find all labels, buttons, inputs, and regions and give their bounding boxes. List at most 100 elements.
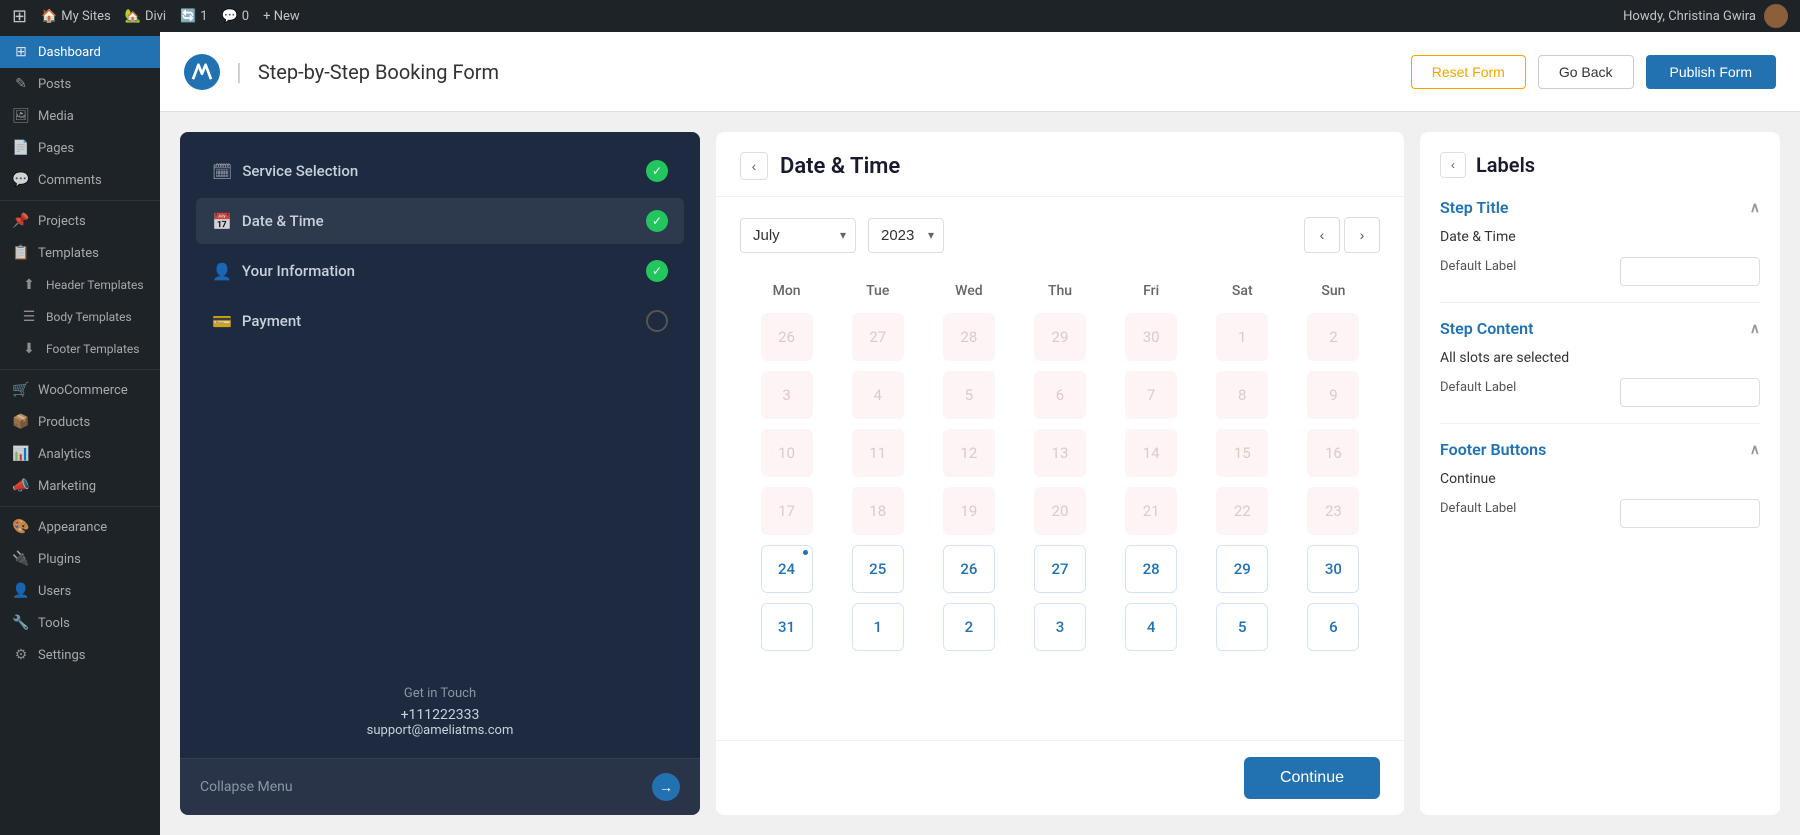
labels-title: Labels (1476, 153, 1535, 177)
table-row: 10 (742, 425, 831, 481)
table-row: 22 (1198, 483, 1287, 539)
step-service-selection[interactable]: 🗓 Service Selection ✓ (196, 148, 684, 194)
updates-count[interactable]: 🔄 1 (180, 9, 208, 24)
templates-icon: 📋 (12, 245, 30, 261)
wp-sidebar: ⊞ Dashboard ✎ Posts 🖼 Media 📄 Pages 💬 Co… (0, 32, 160, 835)
sidebar-item-comments[interactable]: 💬 Comments (0, 164, 160, 196)
table-row[interactable]: 3 (1015, 599, 1104, 655)
step-date-time-label: Date & Time (242, 212, 324, 230)
step-content-field-name: All slots are selected (1440, 350, 1760, 366)
sidebar-item-users[interactable]: 👤 Users (0, 575, 160, 607)
sidebar-item-header-templates[interactable]: ⬆ Header Templates (0, 269, 160, 301)
my-sites-menu[interactable]: 🏠 My Sites (41, 9, 111, 24)
sidebar-item-footer-templates[interactable]: ⬇ Footer Templates (0, 333, 160, 365)
step-title-field-name: Date & Time (1440, 229, 1760, 245)
step-payment[interactable]: 💳 Payment (196, 298, 684, 344)
reset-form-button[interactable]: Reset Form (1411, 55, 1526, 89)
table-row[interactable]: 6 (1289, 599, 1378, 655)
sidebar-item-media[interactable]: 🖼 Media (0, 100, 160, 132)
table-row[interactable]: 4 (1107, 599, 1196, 655)
collapse-menu-label: Collapse Menu (200, 779, 293, 795)
go-back-button[interactable]: Go Back (1538, 55, 1634, 89)
weekday-tue: Tue (833, 275, 922, 307)
media-icon: 🖼 (12, 108, 30, 124)
step-title-default-label-row: Default Label (1440, 257, 1760, 286)
sidebar-item-appearance[interactable]: 🎨 Appearance (0, 511, 160, 543)
step-title-label-input[interactable] (1620, 257, 1760, 286)
table-row[interactable]: 24 (742, 541, 831, 597)
footer-buttons-default-label-row: Default Label (1440, 499, 1760, 528)
wp-logo-icon[interactable]: ⊞ (12, 6, 27, 27)
step-date-time[interactable]: 📅 Date & Time ✓ (196, 198, 684, 244)
table-row[interactable]: 26 (924, 541, 1013, 597)
sidebar-item-dashboard[interactable]: ⊞ Dashboard (0, 36, 160, 68)
sidebar-item-body-templates[interactable]: ☰ Body Templates (0, 301, 160, 333)
sidebar-item-projects[interactable]: 📌 Projects (0, 205, 160, 237)
user-greeting[interactable]: Howdy, Christina Gwira (1623, 9, 1756, 24)
footer-buttons-label-input[interactable] (1620, 499, 1760, 528)
table-row[interactable]: 28 (1107, 541, 1196, 597)
step-title-default-label: Default Label (1440, 259, 1612, 274)
step-title-chevron[interactable]: ∧ (1750, 200, 1760, 216)
comments-count[interactable]: 💬 0 (222, 9, 250, 24)
table-row[interactable]: 25 (833, 541, 922, 597)
table-row[interactable]: 30 (1289, 541, 1378, 597)
sidebar-item-woocommerce[interactable]: 🛒 WooCommerce (0, 374, 160, 406)
table-row: 1 (1198, 309, 1287, 365)
sidebar-item-analytics[interactable]: 📊 Analytics (0, 438, 160, 470)
table-row: 3 (742, 367, 831, 423)
calendar-next-button[interactable]: › (1344, 217, 1380, 253)
sidebar-item-plugins[interactable]: 🔌 Plugins (0, 543, 160, 575)
user-avatar[interactable] (1764, 4, 1788, 28)
table-row: 23 (1289, 483, 1378, 539)
footer-buttons-continue-row: Continue (1440, 471, 1760, 487)
table-row: 17 (742, 483, 831, 539)
continue-button[interactable]: Continue (1244, 757, 1380, 799)
sidebar-item-tools[interactable]: 🔧 Tools (0, 607, 160, 639)
new-menu[interactable]: + New (263, 9, 300, 24)
calendar-back-button[interactable]: ‹ (740, 152, 768, 180)
table-row[interactable]: 27 (1015, 541, 1104, 597)
footer-buttons-default-label: Default Label (1440, 501, 1612, 516)
table-row: 14 (1107, 425, 1196, 481)
table-row: 12 (924, 425, 1013, 481)
sidebar-item-products[interactable]: 📦 Products (0, 406, 160, 438)
table-row[interactable]: 1 (833, 599, 922, 655)
step-content-default-label-row: Default Label (1440, 378, 1760, 407)
table-row[interactable]: 29 (1198, 541, 1287, 597)
year-select[interactable]: 202220232024 (868, 218, 944, 253)
publish-form-button[interactable]: Publish Form (1646, 55, 1776, 89)
calendar-back-icon: ‹ (752, 158, 757, 174)
calendar-next-icon: › (1360, 227, 1365, 243)
site-name[interactable]: 🏡 Divi (125, 9, 166, 24)
table-row: 2 (1289, 309, 1378, 365)
table-row[interactable]: 2 (924, 599, 1013, 655)
table-row: 7 (1107, 367, 1196, 423)
step-content-section: Step Content ∧ All slots are selected De… (1440, 319, 1760, 407)
marketing-icon: 📣 (12, 478, 30, 494)
collapse-menu[interactable]: Collapse Menu → (180, 758, 700, 815)
sidebar-item-pages[interactable]: 📄 Pages (0, 132, 160, 164)
labels-back-button[interactable]: ‹ (1440, 152, 1466, 178)
step-date-time-check: ✓ (646, 210, 668, 232)
step-content-chevron[interactable]: ∧ (1750, 321, 1760, 337)
sidebar-item-posts[interactable]: ✎ Posts (0, 68, 160, 100)
payment-icon: 💳 (212, 312, 232, 331)
month-select-wrapper: JanuaryFebruaryMarch AprilMayJune JulyAu… (740, 218, 856, 253)
step-content-default-label: Default Label (1440, 380, 1612, 395)
calendar-panel: ‹ Date & Time JanuaryFebruaryMarch April… (716, 132, 1404, 815)
collapse-menu-button[interactable]: → (652, 773, 680, 801)
footer-buttons-chevron[interactable]: ∧ (1750, 442, 1760, 458)
weekday-sat: Sat (1198, 275, 1287, 307)
step-your-information[interactable]: 👤 Your Information ✓ (196, 248, 684, 294)
posts-icon: ✎ (12, 76, 30, 92)
sidebar-item-templates[interactable]: 📋 Templates (0, 237, 160, 269)
sidebar-item-marketing[interactable]: 📣 Marketing (0, 470, 160, 502)
calendar-body: JanuaryFebruaryMarch AprilMayJune JulyAu… (716, 197, 1404, 740)
month-select[interactable]: JanuaryFebruaryMarch AprilMayJune JulyAu… (740, 218, 856, 253)
sidebar-item-settings[interactable]: ⚙ Settings (0, 639, 160, 671)
table-row[interactable]: 31 (742, 599, 831, 655)
step-content-label-input[interactable] (1620, 378, 1760, 407)
table-row[interactable]: 5 (1198, 599, 1287, 655)
calendar-prev-button[interactable]: ‹ (1304, 217, 1340, 253)
